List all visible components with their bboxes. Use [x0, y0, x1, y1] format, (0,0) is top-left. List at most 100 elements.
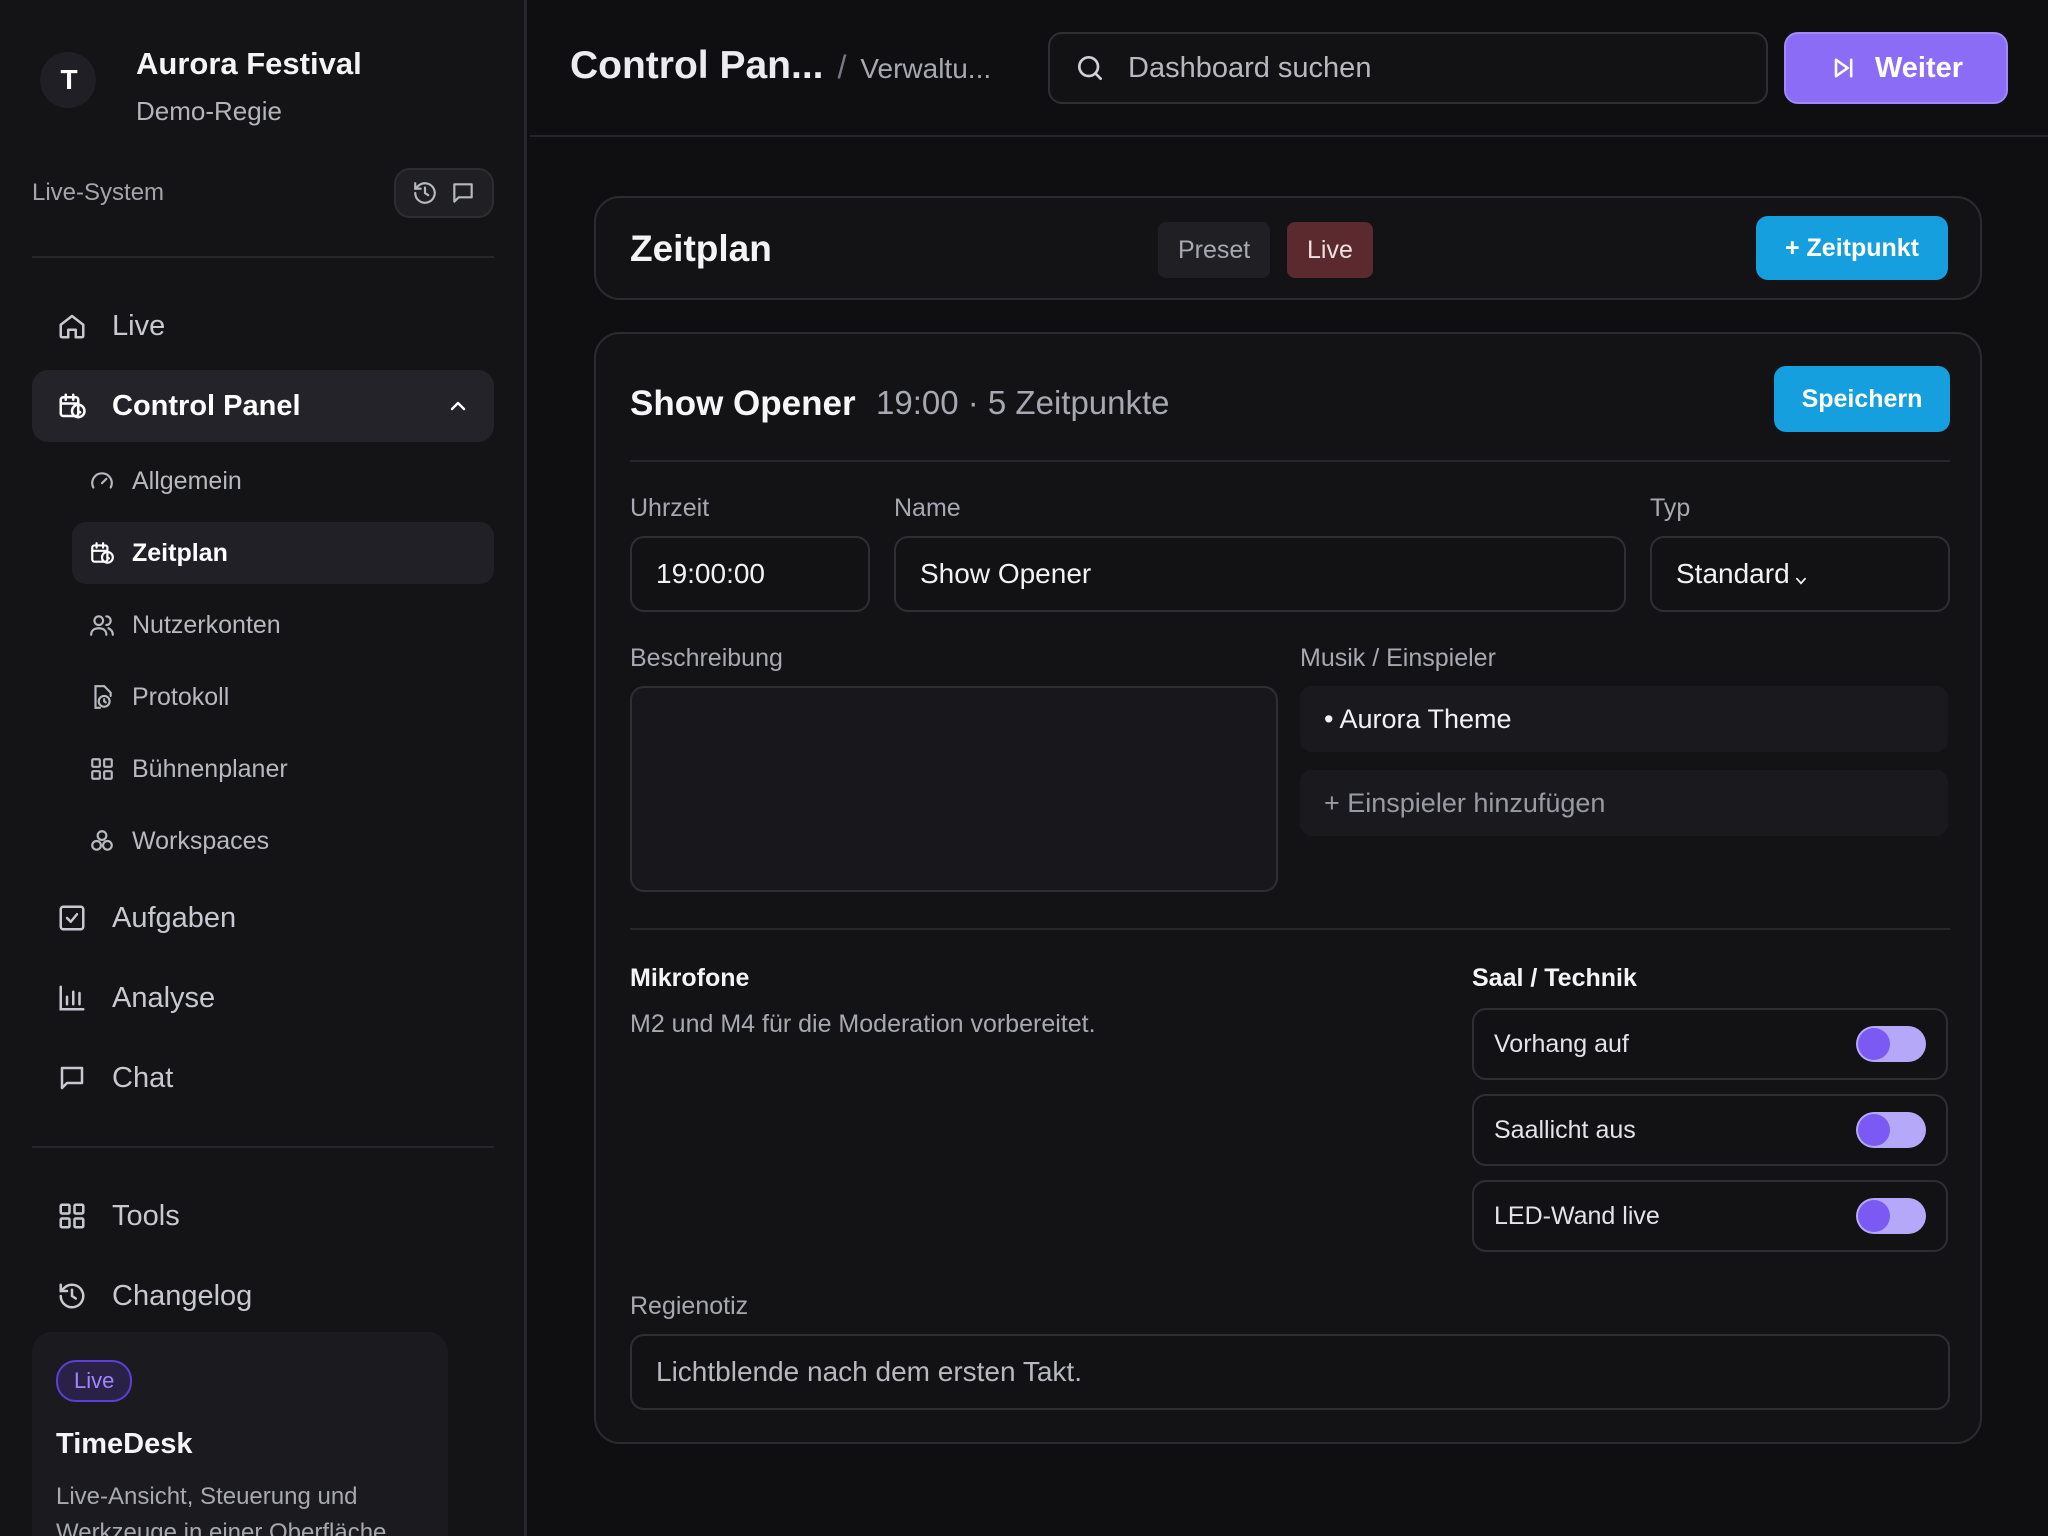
schedule-header-card: Zeitplan Preset Live + Zeitpunkt — [594, 196, 1982, 300]
note-field[interactable]: Lichtblende nach dem ersten Takt. — [630, 1334, 1950, 1410]
system-row: Live-System — [32, 168, 494, 218]
grid-icon — [88, 755, 116, 783]
entry-title: Show Opener — [630, 384, 856, 423]
subnav-item-zeitplan[interactable]: Zeitplan — [72, 522, 494, 584]
tab-preset[interactable]: Preset — [1158, 222, 1271, 278]
search-icon — [1074, 52, 1106, 84]
breadcrumb-current[interactable]: Control Pan... — [570, 44, 824, 88]
time-label: Uhrzeit — [630, 494, 710, 522]
search-input[interactable] — [1128, 51, 1728, 85]
toggle-switch[interactable] — [1856, 1198, 1926, 1234]
type-select[interactable]: Standard — [1650, 536, 1950, 612]
nav-item-label: Changelog — [112, 1279, 253, 1312]
brand-subtitle: Demo-Regie — [136, 96, 282, 126]
toggle-switch[interactable] — [1856, 1112, 1926, 1148]
time-field[interactable]: 19:00:00 — [630, 536, 870, 612]
mics-title: Mikrofone — [630, 964, 750, 992]
nav-item-control-panel[interactable]: Control Panel — [32, 370, 494, 442]
toggle-label: LED-Wand live — [1494, 1201, 1660, 1230]
name-label: Name — [894, 494, 961, 522]
toggle-label: Saallicht aus — [1494, 1115, 1636, 1144]
add-timepoint-button[interactable]: + Zeitpunkt — [1756, 216, 1948, 280]
file-clock-icon — [88, 683, 116, 711]
promo-card[interactable]: Live TimeDesk Live-Ansicht, Steuerung un… — [32, 1332, 448, 1536]
calendar-clock-icon — [56, 390, 88, 422]
nav-item-chat[interactable]: Chat — [32, 1042, 494, 1114]
subnav-item-allgemein[interactable]: Allgemein — [72, 450, 494, 512]
chevron-down-icon — [1794, 574, 1808, 588]
add-music-label: + Einspieler hinzufügen — [1324, 787, 1606, 818]
brand-logo-text: T — [60, 64, 77, 95]
subnav-item-label: Zeitplan — [132, 538, 228, 567]
add-music-button[interactable]: + Einspieler hinzufügen — [1300, 770, 1948, 836]
gauge-icon — [88, 467, 116, 495]
home-icon — [56, 310, 88, 342]
type-label: Typ — [1650, 494, 1691, 522]
nav-item-label: Aufgaben — [112, 901, 237, 934]
brand-title: Aurora Festival — [136, 46, 362, 81]
description-label: Beschreibung — [630, 644, 783, 672]
grid-icon — [56, 1200, 88, 1232]
history-icon[interactable] — [412, 180, 438, 206]
toggle-switch[interactable] — [1856, 1026, 1926, 1062]
nav-item-label: Live — [112, 309, 166, 342]
subnav-item-label: Protokoll — [132, 682, 230, 711]
nav-item-changelog[interactable]: Changelog — [32, 1260, 494, 1332]
music-label: Musik / Einspieler — [1300, 644, 1496, 672]
chevron-up-icon[interactable] — [446, 394, 470, 418]
breadcrumb: Control Pan... / Verwaltu... — [570, 44, 991, 88]
top-header: Control Pan... / Verwaltu... Weiter — [530, 0, 2048, 137]
subnav-item-label: Nutzerkonten — [132, 610, 281, 639]
hall-title: Saal / Technik — [1472, 964, 1637, 992]
skip-next-icon — [1829, 54, 1857, 82]
subnav-item-label: Workspaces — [132, 826, 270, 855]
breadcrumb-sub[interactable]: Verwaltu... — [860, 53, 991, 85]
promo-title: TimeDesk — [56, 1428, 193, 1460]
brand[interactable]: T Aurora Festival Demo-Regie — [40, 46, 362, 127]
nav-item-tools[interactable]: Tools — [32, 1180, 494, 1252]
mics-text: M2 und M4 für die Moderation vorbereitet… — [630, 1010, 1096, 1038]
message-icon[interactable] — [450, 180, 476, 206]
nav-item-aufgaben[interactable]: Aufgaben — [32, 882, 494, 954]
blocks-icon — [88, 827, 116, 855]
checkbox-icon — [56, 902, 88, 934]
system-actions — [394, 168, 494, 218]
users-icon — [88, 611, 116, 639]
nav-item-label: Analyse — [112, 981, 216, 1014]
system-label: Live-System — [32, 179, 165, 206]
name-field[interactable]: Show Opener — [894, 536, 1626, 612]
subnav-item-label: Allgemein — [132, 466, 242, 495]
subnav-item-nutzerkonten[interactable]: Nutzerkonten — [72, 594, 494, 656]
description-textarea[interactable] — [630, 686, 1278, 892]
save-button[interactable]: Speichern — [1774, 366, 1950, 432]
sidebar: T Aurora Festival Demo-Regie Live-System… — [0, 0, 527, 1536]
toggle-row-vorhang[interactable]: Vorhang auf — [1472, 1008, 1948, 1080]
nav-item-analyse[interactable]: Analyse — [32, 962, 494, 1034]
music-item[interactable]: • Aurora Theme — [1300, 686, 1948, 752]
toggle-row-saallicht[interactable]: Saallicht aus — [1472, 1094, 1948, 1166]
toggle-knob — [1858, 1028, 1890, 1060]
message-icon — [56, 1062, 88, 1094]
next-button[interactable]: Weiter — [1784, 32, 2008, 104]
nav-item-label: Chat — [112, 1061, 174, 1094]
toggle-row-led-wand[interactable]: LED-Wand live — [1472, 1180, 1948, 1252]
subnav-item-protokoll[interactable]: Protokoll — [72, 666, 494, 728]
section-divider — [630, 928, 1950, 930]
subnav-item-workspaces[interactable]: Workspaces — [72, 810, 494, 872]
type-select-value: Standard — [1676, 558, 1790, 589]
subnav-item-buehnenplaner[interactable]: Bühnenplaner — [72, 738, 494, 800]
sidebar-divider — [32, 256, 494, 258]
toggle-knob — [1858, 1200, 1890, 1232]
history-icon — [56, 1280, 88, 1312]
search-box[interactable] — [1048, 32, 1768, 104]
brand-logo: T — [40, 52, 96, 108]
calendar-clock-icon — [88, 539, 116, 567]
note-label: Regienotiz — [630, 1292, 749, 1320]
promo-text: Live-Ansicht, Steuerung und Werkzeuge in… — [56, 1483, 387, 1536]
subnav-item-label: Bühnenplaner — [132, 754, 288, 783]
entry-meta: 19:00 · 5 Zeitpunkte — [876, 384, 1170, 421]
music-item-label: • Aurora Theme — [1324, 703, 1512, 734]
tab-live[interactable]: Live — [1287, 222, 1373, 278]
nav-item-live[interactable]: Live — [32, 290, 494, 362]
sidebar-divider — [32, 1146, 494, 1148]
